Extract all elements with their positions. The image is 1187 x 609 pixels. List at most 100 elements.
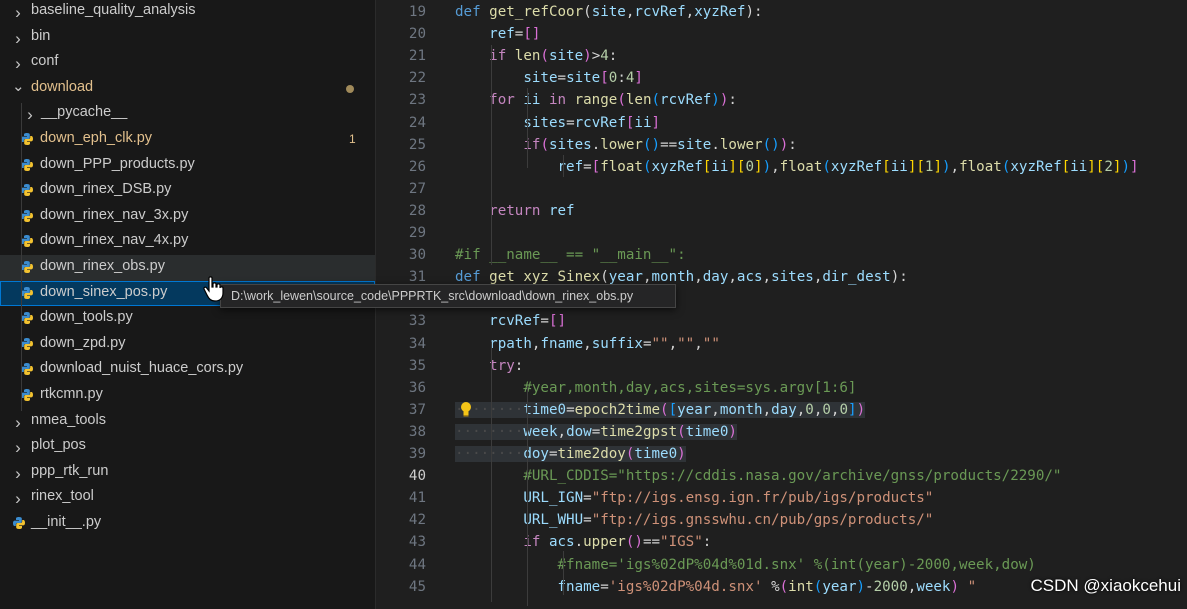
code-text: ref=[float(xyzRef[ii][0]),float(xyzRef[i… [557,158,1139,175]
line-number: 24 [408,114,426,131]
code-line[interactable]: 39 ········doy=time2doy(time0) [376,443,1187,465]
chevron-right-icon[interactable]: › [12,4,24,21]
explorer-file[interactable]: __init__.py [0,511,375,537]
tree-item-label: rtkcmn.py [40,386,103,402]
chevron-right-icon[interactable]: › [12,414,24,431]
explorer-folder[interactable]: ⌄ download [0,76,375,102]
line-number: 26 [408,158,426,175]
code-line[interactable]: 41 URL_IGN="ftp://igs.ensg.ign.fr/pub/ig… [376,487,1187,509]
indent-guide [491,342,492,602]
line-number: 44 [408,556,426,573]
code-line[interactable]: 26 ref=[float(xyzRef[ii][0]),float(xyzRe… [376,156,1187,178]
code-line[interactable]: 34 rpath,fname,suffix="","","" [376,333,1187,355]
indent-guide [491,45,492,265]
code-line[interactable]: 23 for ii in range(len(rcvRef)): [376,89,1187,111]
tree-item-label: download [31,78,94,95]
code-text: ········week,dow=time2gpst(time0) [455,423,737,440]
watermark: CSDN @xiaokcehui [1030,576,1181,595]
chevron-right-icon[interactable]: › [12,465,24,482]
explorer-folder[interactable]: › ppp_rtk_run [0,460,375,486]
modified-dot-icon [346,84,354,93]
explorer-file[interactable]: down_tools.py [0,306,375,332]
code-text: ········time0=epoch2time([year,month,day… [455,401,866,418]
explorer-file[interactable]: down_rinex_nav_3x.py [0,204,375,230]
code-line[interactable]: 42 URL_WHU="ftp://igs.gnsswhu.cn/pub/gps… [376,509,1187,531]
explorer-file[interactable]: down_rinex_DSB.py [0,178,375,204]
explorer-file[interactable]: rtkcmn.py [0,383,375,409]
chevron-right-icon[interactable]: › [12,30,24,47]
code-line[interactable]: 36 #year,month,day,acs,sites=sys.argv[1:… [376,377,1187,399]
code-line[interactable]: 21 if len(site)>4: [376,45,1187,67]
tree-item-label: down_tools.py [40,309,133,326]
tree-item-label: __init__.py [31,514,102,530]
indent-guide [563,551,564,595]
tree-item-label: bin [31,27,51,44]
code-text: ref=[] [489,26,541,43]
problem-count-badge: 1 [349,132,356,146]
explorer-folder[interactable]: › baseline_quality_analysis [0,0,375,25]
code-line[interactable]: 44 #fname='igs%02dP%04d%01d.snx' %(int(y… [376,554,1187,576]
python-file-icon [21,312,33,325]
code-line[interactable]: 37 ········time0=epoch2time([year,month,d… [376,399,1187,421]
chevron-down-icon[interactable]: ⌄ [12,79,25,94]
python-file-icon [13,517,25,529]
file-path-tooltip: D:\work_lewen\source_code\PPPRTK_src\dow… [220,284,676,308]
code-line[interactable]: 30 #if __name__ == "__main__": [376,244,1187,266]
line-number: 21 [408,48,426,65]
tree-item-label: ppp_rtk_run [31,462,109,479]
code-line[interactable]: 33 rcvRef=[] [376,310,1187,332]
explorer-folder[interactable]: › bin [0,25,375,51]
python-file-icon [21,133,33,145]
chevron-right-icon[interactable]: › [24,106,36,123]
tree-item-label: nmea_tools [31,411,106,428]
line-number: 33 [408,313,426,330]
line-number: 19 [408,4,426,20]
explorer-file[interactable]: down_rinex_obs.py [0,255,375,281]
chevron-right-icon[interactable]: › [12,55,24,72]
tree-item-label: down_rinex_nav_3x.py [40,206,189,223]
python-file-icon [21,184,33,197]
code-line[interactable]: 43 if acs.upper()=="IGS": [376,531,1187,553]
line-number: 28 [408,202,426,219]
explorer-folder[interactable]: › rinex_tool [0,485,375,511]
code-line[interactable]: 22 site=site[0:4] [376,67,1187,89]
code-line[interactable]: 40 #URL_CDDIS="https://cddis.nasa.gov/ar… [376,465,1187,487]
code-line[interactable]: 28 return ref [376,200,1187,222]
line-number: 29 [408,225,426,241]
tree-item-label: down_rinex_nav_4x.py [40,232,189,249]
chevron-right-icon[interactable]: › [12,439,24,456]
line-number: 37 [408,401,426,418]
indent-guide [563,155,564,177]
code-line[interactable]: 27 [376,178,1187,200]
code-line[interactable]: 20 ref=[] [376,23,1187,45]
line-number: 40 [408,468,426,485]
code-line[interactable]: 19 def get_refCoor(site,rcvRef,xyzRef): [376,1,1187,23]
code-line[interactable]: 24 sites=rcvRef[ii] [376,112,1187,134]
explorer-file[interactable]: down_zpd.py [0,332,375,358]
tree-item-label: down_eph_clk.py [40,130,153,146]
explorer-folder[interactable]: › nmea_tools [0,409,375,435]
explorer-file[interactable]: down_rinex_nav_4x.py [0,229,375,255]
code-line[interactable]: 38 ········week,dow=time2gpst(time0) [376,421,1187,443]
python-file-icon [21,363,33,376]
indent-guide [527,88,528,168]
explorer-file[interactable]: down_eph_clk.py 1 [0,127,375,153]
explorer-file[interactable]: down_PPP_products.py [0,153,375,179]
code-text: fname='igs%02dP%04d.snx' %(int(year)-200… [557,578,977,595]
code-line[interactable]: 25 if(sites.lower()==site.lower()): [376,134,1187,156]
python-file-icon [21,235,33,248]
code-text: try: [489,357,524,374]
code-text: rpath,fname,suffix="","","" [489,335,720,352]
lightbulb-icon[interactable] [459,401,473,422]
explorer-file[interactable]: download_nuist_huace_cors.py [0,357,375,383]
code-line[interactable]: 29 [376,222,1187,244]
chevron-right-icon[interactable]: › [12,490,24,507]
explorer-folder[interactable]: › __pycache__ [0,101,375,127]
tree-item-label: down_PPP_products.py [40,155,195,172]
code-line[interactable]: 35 try: [376,355,1187,377]
line-number: 20 [408,26,426,43]
tree-item-label: down_sinex_pos.py [40,283,168,300]
explorer-folder[interactable]: › plot_pos [0,434,375,460]
python-file-icon [21,389,33,401]
explorer-folder[interactable]: › conf [0,50,375,76]
